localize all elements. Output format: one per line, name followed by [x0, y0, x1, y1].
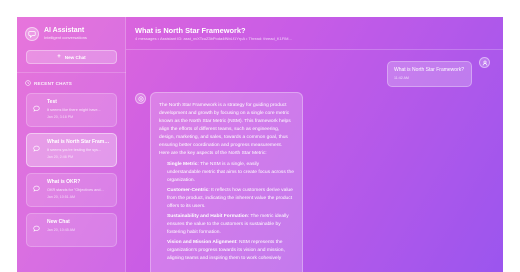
recent-chats-label: RECENT CHATS: [34, 81, 73, 86]
chat-bubble-icon: [25, 27, 39, 41]
chat-item-preview: It seems you're testing the sys...: [47, 148, 102, 152]
chat-title: What is North Star Framework?: [135, 26, 246, 35]
user-message-time: 11:42 AM: [394, 76, 409, 80]
chat-item-title: Test: [47, 99, 57, 105]
list-item: Sustainability and Habit Formation: The …: [167, 214, 289, 235]
chat-header: What is North Star Framework? 4 messages…: [126, 17, 503, 50]
assistant-message-list: Single Metric: The NSM is a single, easi…: [159, 161, 294, 263]
brand-title: AI Assistant: [44, 27, 85, 34]
user-message-text: What is North Star Framework?: [394, 67, 465, 73]
chat-bubble-icon: [33, 99, 40, 117]
list-item: Vision and Mission Alignment: NSM repres…: [167, 240, 285, 261]
chat-item-active[interactable]: What is North Star Frame... It seems you…: [26, 133, 117, 167]
chat-item[interactable]: Test It seems like there might have... J…: [26, 93, 117, 127]
clock-icon: [25, 80, 31, 87]
plus-icon: +: [57, 54, 61, 60]
sidebar-divider: [17, 72, 126, 73]
chat-item-title: What is OKR?: [47, 179, 81, 185]
chat-item-date: Jan 20, 10:45 AM: [47, 228, 75, 232]
chat-item-title: New Chat: [47, 219, 70, 225]
chat-item-title: What is North Star Frame...: [47, 139, 111, 145]
recent-chats-heading: RECENT CHATS: [25, 80, 72, 87]
chat-bubble-icon: [33, 219, 40, 237]
chat-item-date: Jan 20, 10:51 AM: [47, 195, 75, 199]
chat-meta: 4 messages • Assistant ID: asst_xvXTcuZ3…: [135, 36, 292, 41]
list-item: Single Metric: The NSM is a single, easi…: [167, 162, 294, 183]
new-chat-button[interactable]: + New Chat: [26, 50, 117, 64]
app-window: AI Assistant Intelligent conversations +…: [17, 17, 503, 272]
chat-item[interactable]: New Chat Jan 20, 10:45 AM: [26, 213, 117, 247]
brand-subtitle: Intelligent conversations: [44, 35, 87, 40]
chat-bubble-icon: [33, 139, 40, 157]
ai-sparkle-icon: [135, 93, 146, 104]
assistant-message: The North Star Framework is a strategy f…: [150, 92, 303, 272]
chat-bubble-icon: [33, 179, 40, 197]
brand: AI Assistant Intelligent conversations: [25, 26, 87, 41]
chat-item-preview: OKR stands for "Objectives and...: [47, 188, 104, 192]
list-item: Customer-Centric: It reflects how custom…: [167, 188, 293, 209]
assistant-message-intro: The North Star Framework is a strategy f…: [159, 103, 291, 156]
chat-item[interactable]: What is OKR? OKR stands for "Objectives …: [26, 173, 117, 207]
chat-item-preview: It seems like there might have...: [47, 108, 101, 112]
new-chat-label: New Chat: [64, 54, 86, 60]
user-message: What is North Star Framework? 11:42 AM: [387, 61, 472, 87]
chat-item-date: Jan 20, 3:16 PM: [47, 115, 74, 119]
sidebar: AI Assistant Intelligent conversations +…: [17, 17, 126, 272]
user-icon: [479, 57, 490, 68]
chat-item-date: Jan 20, 2:46 PM: [47, 155, 74, 159]
